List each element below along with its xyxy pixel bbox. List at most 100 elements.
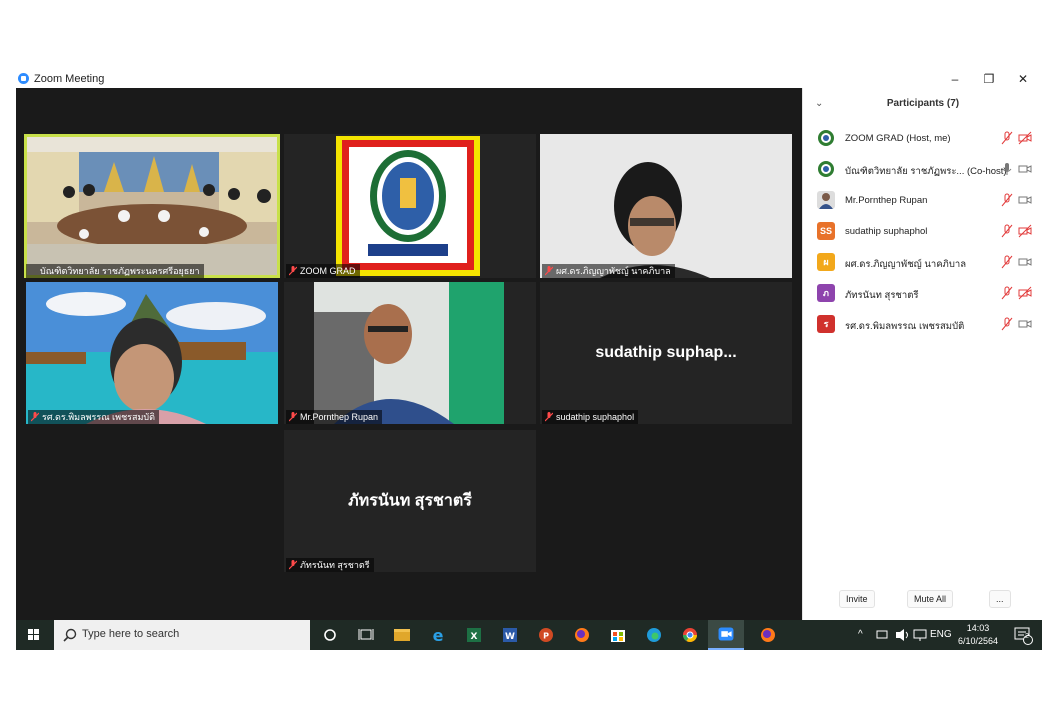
tray-expand-icon[interactable]: ^ xyxy=(858,620,863,650)
window-titlebar: Zoom Meeting – ❐ ✕ xyxy=(16,70,1042,88)
man-glasses-video xyxy=(284,282,536,424)
word-icon[interactable]: W xyxy=(492,620,528,650)
mute-all-button[interactable]: Mute All xyxy=(907,590,954,608)
chrome-icon[interactable] xyxy=(672,620,708,650)
notifications-icon[interactable] xyxy=(1010,620,1036,650)
video-off-icon[interactable] xyxy=(1018,131,1032,145)
muted-mic-icon[interactable] xyxy=(1001,286,1013,300)
university-logo-video xyxy=(284,134,536,278)
participant-row[interactable]: บัณฑิตวิทยาลัย ราชภัฏพระ... (Co-host) xyxy=(803,157,1043,188)
tile-display-name: sudathip suphap... xyxy=(595,344,737,361)
muted-mic-icon xyxy=(545,266,553,276)
tile-name-label: รศ.ดร.พิมลพรรณ เพชรสมบัติ xyxy=(28,410,159,424)
svg-text:X: X xyxy=(471,632,478,642)
window-title: Zoom Meeting xyxy=(34,73,105,85)
muted-mic-icon[interactable] xyxy=(1001,255,1013,269)
language-indicator[interactable]: ENG xyxy=(930,620,952,650)
gallery-view: บัณฑิตวิทยาลัย ราชภัฏพระนครศรีอยุธยา ZOO… xyxy=(16,88,802,620)
zoom-icon[interactable] xyxy=(708,620,744,650)
muted-mic-icon[interactable] xyxy=(1001,193,1013,207)
participant-name: sudathip suphaphol xyxy=(845,226,928,237)
zoom-logo-icon xyxy=(18,73,29,84)
participant-row[interactable]: ZOOM GRAD (Host, me) xyxy=(803,126,1043,157)
microsoft-store-icon[interactable] xyxy=(600,620,636,650)
more-options-button[interactable]: ... xyxy=(989,590,1011,608)
participant-name: ภัทรนันท สุรชาตรี xyxy=(845,290,919,301)
clock-date: 6/10/2564 xyxy=(958,636,999,646)
close-button[interactable]: ✕ xyxy=(1006,70,1040,88)
taskbar-clock[interactable]: 14:03 6/10/2564 xyxy=(958,622,998,648)
mic-on-icon[interactable] xyxy=(1001,162,1013,176)
minimize-button[interactable]: – xyxy=(938,70,972,88)
logo-avatar-icon xyxy=(817,160,835,178)
powerpoint-icon[interactable]: P xyxy=(528,620,564,650)
video-on-icon[interactable] xyxy=(1018,255,1032,269)
video-tile-meeting-room[interactable]: บัณฑิตวิทยาลัย ราชภัฏพระนครศรีอยุธยา xyxy=(24,134,280,278)
video-off-icon[interactable] xyxy=(1018,286,1032,300)
video-tile-beach-background[interactable]: รศ.ดร.พิมลพรรณ เพชรสมบัติ xyxy=(26,282,278,424)
participant-name: รศ.ดร.พิมลพรรณ เพชรสมบัติ xyxy=(845,321,965,332)
photo-avatar-icon xyxy=(817,191,835,209)
participant-row[interactable]: ภ ภัทรนันท สุรชาตรี xyxy=(803,281,1043,312)
initials-avatar: ภ xyxy=(817,284,835,302)
muted-mic-icon xyxy=(545,412,553,422)
muted-mic-icon[interactable] xyxy=(1001,131,1013,145)
participant-row[interactable]: ร รศ.ดร.พิมลพรรณ เพชรสมบัติ xyxy=(803,312,1043,343)
tile-display-name: ภัทรนันท สุรชาตรี xyxy=(348,492,472,510)
participant-name: Mr.Pornthep Rupan xyxy=(845,195,928,206)
tile-name-label: ZOOM GRAD xyxy=(286,264,360,278)
participant-row[interactable]: Mr.Pornthep Rupan xyxy=(803,188,1043,219)
svg-text:P: P xyxy=(543,632,549,641)
participant-name: ZOOM GRAD (Host, me) xyxy=(845,133,951,144)
muted-mic-icon xyxy=(289,560,297,570)
participants-header: Participants (7) xyxy=(886,98,960,109)
muted-mic-icon[interactable] xyxy=(1001,224,1013,238)
muted-mic-icon[interactable] xyxy=(1001,317,1013,331)
taskbar-search-box[interactable]: Type here to search xyxy=(54,620,310,650)
video-tile-woman-glasses[interactable]: ผศ.ดร.ภิญญาพัชญ์ นาคภิบาล xyxy=(540,134,792,278)
cortana-icon[interactable] xyxy=(312,620,348,650)
firefox-icon[interactable] xyxy=(564,620,600,650)
video-tile-sudathip[interactable]: sudathip suphap... sudathip suphaphol xyxy=(540,282,792,424)
participant-row[interactable]: SS sudathip suphaphol xyxy=(803,219,1043,250)
tile-name-label: บัณฑิตวิทยาลัย ราชภัฏพระนครศรีอยุธยา xyxy=(26,264,204,278)
task-view-icon[interactable] xyxy=(348,620,384,650)
initials-avatar: ผ xyxy=(817,253,835,271)
video-on-icon[interactable] xyxy=(1018,317,1032,331)
svg-text:W: W xyxy=(505,632,515,642)
muted-mic-icon xyxy=(31,412,39,422)
tile-name-label: sudathip suphaphol xyxy=(542,410,639,424)
initials-avatar: ร xyxy=(817,315,835,333)
initials-avatar: SS xyxy=(817,222,835,240)
muted-mic-icon xyxy=(289,266,297,276)
woman-glasses-video xyxy=(540,134,792,278)
logo-avatar-icon xyxy=(817,129,835,147)
system-tray-icons[interactable] xyxy=(874,620,930,650)
participants-panel: ⌄ Participants (7) ZOOM GRAD (Host, me) … xyxy=(802,88,1043,620)
video-tile-phatthranan[interactable]: ภัทรนันท สุรชาตรี ภัทรนันท สุรชาตรี xyxy=(284,430,536,572)
file-explorer-icon[interactable] xyxy=(384,620,420,650)
clock-time: 14:03 xyxy=(966,623,990,633)
video-off-icon[interactable] xyxy=(1018,224,1032,238)
windows-taskbar: Type here to search e X W P ^ ENG 14:03 … xyxy=(16,620,1042,650)
video-on-icon[interactable] xyxy=(1018,193,1032,207)
excel-icon[interactable]: X xyxy=(456,620,492,650)
participants-list: ZOOM GRAD (Host, me) บัณฑิตวิทยาลัย ราชภ… xyxy=(803,126,1043,343)
video-on-icon[interactable] xyxy=(1018,162,1032,176)
internet-explorer-icon[interactable]: e xyxy=(420,620,456,650)
firefox-icon[interactable] xyxy=(750,620,786,650)
video-tile-zoom-grad[interactable]: ZOOM GRAD xyxy=(284,134,536,278)
meeting-room-video xyxy=(24,134,280,278)
tile-name-label: Mr.Pornthep Rupan xyxy=(286,410,383,424)
beach-background-video xyxy=(26,282,278,424)
video-tile-man-glasses[interactable]: Mr.Pornthep Rupan xyxy=(284,282,536,424)
notification-count: 2 xyxy=(1025,633,1029,640)
search-placeholder: Type here to search xyxy=(82,628,180,640)
restore-button[interactable]: ❐ xyxy=(972,70,1006,88)
participant-name: บัณฑิตวิทยาลัย ราชภัฏพระ... (Co-host) xyxy=(845,166,1007,177)
edge-icon[interactable] xyxy=(636,620,672,650)
windows-start-icon[interactable] xyxy=(16,620,52,650)
svg-text:e: e xyxy=(433,626,444,645)
invite-button[interactable]: Invite xyxy=(839,590,875,608)
participant-row[interactable]: ผ ผศ.ดร.ภิญญาพัชญ์ นาคภิบาล xyxy=(803,250,1043,281)
